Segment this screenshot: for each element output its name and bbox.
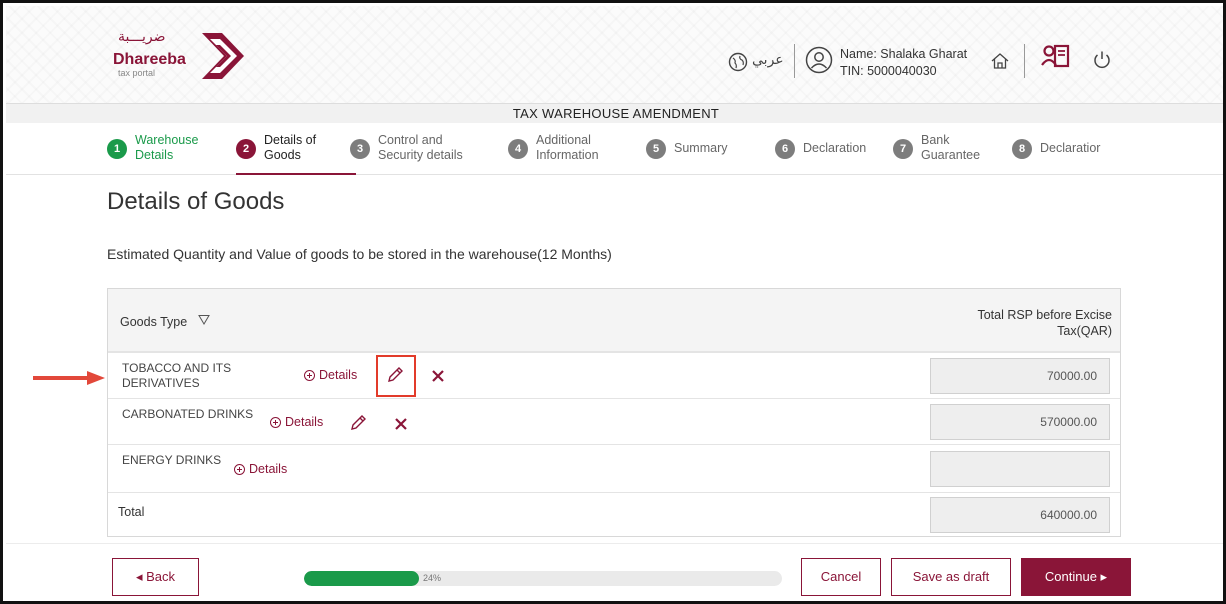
details-link-label: Details — [249, 462, 288, 476]
step-number: 3 — [350, 139, 370, 159]
step-number: 2 — [236, 139, 256, 159]
edit-pencil-icon[interactable] — [349, 414, 367, 432]
page-header-title: TAX WAREHOUSE AMENDMENT — [512, 106, 720, 121]
step-number: 6 — [775, 139, 795, 159]
total-amount-field: 640000.00 — [930, 497, 1110, 533]
step-number: 8 — [1012, 139, 1032, 159]
progress-label: 24% — [423, 573, 442, 583]
goods-type-name: TOBACCO AND ITS DERIVATIVES — [122, 361, 232, 390]
delete-x-icon[interactable] — [431, 369, 445, 383]
step-label: Summary — [674, 141, 728, 155]
amount-field[interactable]: 570000.00 — [930, 404, 1110, 440]
user-icon — [805, 46, 833, 74]
column-header-total-rsp: Total RSP before Excise Tax(QAR) — [977, 308, 1112, 338]
logo-text: Dhareeba — [113, 51, 186, 68]
amount-field[interactable] — [930, 451, 1110, 487]
goods-table: Goods Type Total RSP before Excise Tax(Q… — [107, 288, 1121, 537]
details-link[interactable]: Details — [234, 462, 287, 476]
save-draft-button[interactable]: Save as draft — [891, 558, 1011, 596]
page-header-strip: TAX WAREHOUSE AMENDMENT — [6, 103, 1223, 123]
back-button[interactable]: ◂ Back — [112, 558, 199, 596]
language-toggle[interactable]: عربي — [752, 52, 784, 68]
dhareeba-logo-icon — [202, 33, 244, 79]
table-row: TOBACCO AND ITS DERIVATIVES Details 7000… — [108, 353, 1120, 399]
page-title: Details of Goods — [107, 188, 285, 215]
progress-bar — [304, 571, 782, 586]
step-label: Declaratior — [1040, 141, 1101, 155]
plus-circle-icon — [304, 369, 315, 381]
total-row: Total 640000.00 — [108, 493, 1120, 536]
plus-circle-icon — [270, 416, 281, 428]
user-tin: TIN: 5000040030 — [840, 64, 937, 78]
details-link-label: Details — [285, 415, 324, 429]
details-link[interactable]: Details — [304, 368, 357, 382]
annotation-arrow-icon — [33, 371, 105, 385]
amount-field[interactable]: 70000.00 — [930, 358, 1110, 394]
logo-arabic-text: ضريـــبة — [118, 29, 166, 45]
step-label: Bank Guarantee — [921, 133, 981, 162]
edit-pencil-icon[interactable] — [386, 366, 404, 384]
progress-fill — [304, 571, 419, 586]
details-link[interactable]: Details — [270, 415, 323, 429]
table-row: CARBONATED DRINKS Details 570000.00 — [108, 399, 1120, 445]
step-number: 7 — [893, 139, 913, 159]
step-label: Control and Security details — [378, 133, 463, 162]
column-header-goods-type[interactable]: Goods Type — [120, 315, 187, 329]
app-window: ضريـــبة Dhareeba tax portal عربي Name: … — [0, 0, 1226, 604]
step-label: Warehouse Details — [135, 133, 199, 162]
table-header: Goods Type Total RSP before Excise Tax(Q… — [108, 289, 1120, 353]
step-number: 5 — [646, 139, 666, 159]
step-label: Additional Information — [536, 133, 599, 162]
globe-icon[interactable] — [728, 52, 748, 72]
step-number: 4 — [508, 139, 528, 159]
user-name: Name: Shalaka Gharat — [840, 47, 968, 61]
active-step-underline — [236, 173, 356, 175]
top-header: ضريـــبة Dhareeba tax portal عربي Name: … — [6, 6, 1223, 103]
filter-icon[interactable] — [198, 314, 210, 326]
continue-button[interactable]: Continue ▸ — [1021, 558, 1131, 596]
power-icon[interactable] — [1091, 49, 1113, 71]
delete-x-icon[interactable] — [394, 417, 408, 431]
section-subtitle: Estimated Quantity and Value of goods to… — [107, 246, 612, 262]
header-divider — [794, 44, 795, 78]
cancel-button[interactable]: Cancel — [801, 558, 881, 596]
step-label: Declaration — [803, 141, 867, 155]
logo-subtext: tax portal — [118, 68, 156, 78]
home-icon[interactable] — [990, 51, 1010, 71]
goods-type-name: ENERGY DRINKS — [122, 453, 222, 467]
table-row: ENERGY DRINKS Details — [108, 445, 1120, 493]
header-divider — [1024, 44, 1025, 78]
goods-type-name: CARBONATED DRINKS — [122, 407, 254, 421]
plus-circle-icon — [234, 463, 245, 475]
total-label: Total — [118, 505, 145, 519]
wizard-steps: 1 Warehouse Details 2 Details of Goods 3… — [6, 123, 1223, 175]
step-number: 1 — [107, 139, 127, 159]
details-link-label: Details — [319, 368, 358, 382]
step-label: Details of Goods — [264, 133, 317, 162]
user-manual-icon[interactable] — [1040, 42, 1072, 74]
